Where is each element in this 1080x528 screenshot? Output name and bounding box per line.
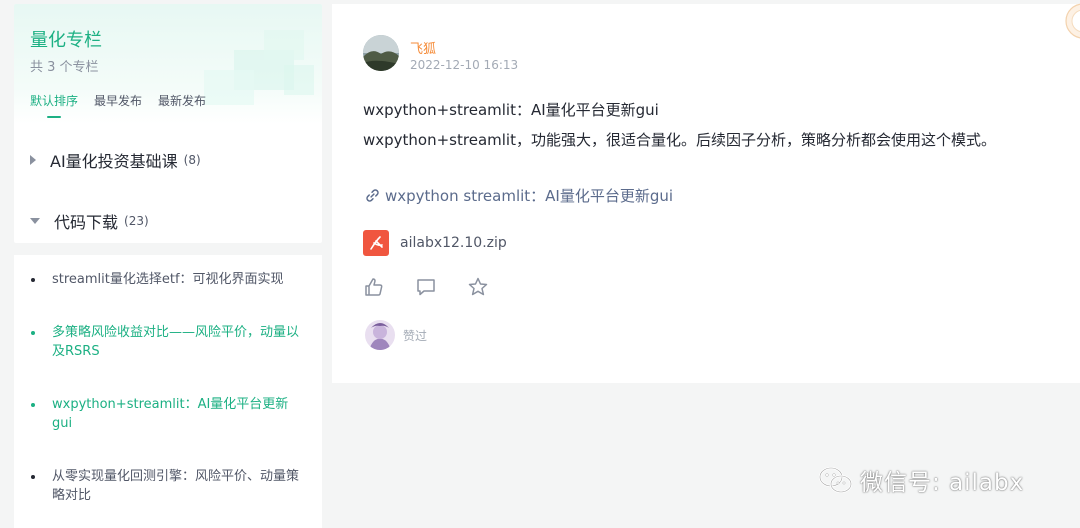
avatar[interactable] <box>363 35 399 71</box>
wechat-watermark: 微信号: ailabx <box>818 463 1024 497</box>
comment-icon[interactable] <box>415 276 437 298</box>
column-title: 量化专栏 <box>30 30 102 51</box>
liker-avatar-image <box>365 320 395 350</box>
article-list: streamlit量化选择etf：可视化界面实现 多策略风险收益对比——风险平价… <box>14 255 322 528</box>
category-label: 代码下载 <box>54 213 119 232</box>
category-count: (23) <box>124 214 149 228</box>
sort-tab-latest[interactable]: 最新发布 <box>158 92 206 118</box>
attachment-name: ailabx12.10.zip <box>400 235 507 251</box>
category-count: (8) <box>183 153 201 167</box>
liked-by: 赞过 <box>365 320 427 350</box>
column-count: 共 3 个专栏 <box>30 60 99 75</box>
column-card: 量化专栏 共 3 个专栏 默认排序 最早发布 最新发布 AI量化投资基础课 (8… <box>14 4 322 243</box>
sort-tab-default[interactable]: 默认排序 <box>30 92 78 118</box>
category-code-download[interactable]: 代码下载 (23) <box>30 209 149 233</box>
author-name[interactable]: 飞狐 <box>410 38 436 57</box>
liked-label: 赞过 <box>403 328 428 343</box>
thumbs-up-icon[interactable] <box>363 276 385 298</box>
article-link[interactable]: wxpython streamlit：AI量化平台更新gui <box>365 185 673 206</box>
avatar[interactable] <box>365 320 395 350</box>
post-title: wxpython+streamlit：AI量化平台更新gui <box>363 101 659 119</box>
list-item[interactable]: 从零实现量化回测引擎：风险平价、动量策略对比 <box>30 467 308 505</box>
attachment[interactable]: ailabx12.10.zip <box>363 230 507 256</box>
post-card: 飞狐 2022-12-10 16:13 wxpython+streamlit：A… <box>332 4 1080 383</box>
link-text: wxpython streamlit：AI量化平台更新gui <box>385 187 674 205</box>
wechat-icon <box>818 466 853 494</box>
sort-tabs: 默认排序 最早发布 最新发布 <box>30 92 206 118</box>
caret-down-icon <box>30 218 40 224</box>
link-icon <box>366 189 379 202</box>
post-body: wxpython+streamlit，功能强大，很适合量化。后续因子分析，策略分… <box>363 131 996 149</box>
column-sidebar: 量化专栏 共 3 个专栏 默认排序 最早发布 最新发布 AI量化投资基础课 (8… <box>14 4 322 243</box>
list-item[interactable]: streamlit量化选择etf：可视化界面实现 <box>30 270 308 289</box>
list-item[interactable]: wxpython+streamlit：AI量化平台更新gui <box>30 395 308 433</box>
pdf-file-icon <box>363 230 389 256</box>
badge-icon <box>1065 3 1080 39</box>
category-label: AI量化投资基础课 <box>50 152 178 171</box>
post-date: 2022-12-10 16:13 <box>410 58 519 72</box>
post-actions <box>363 276 489 298</box>
category-ai-basics[interactable]: AI量化投资基础课 (8) <box>30 148 201 172</box>
list-item[interactable]: 多策略风险收益对比——风险平价，动量以及RSRS <box>30 323 308 361</box>
watermark-text: 微信号: ailabx <box>860 470 1025 496</box>
caret-right-icon <box>30 155 36 165</box>
star-icon[interactable] <box>467 276 489 298</box>
sort-tab-earliest[interactable]: 最早发布 <box>94 92 142 118</box>
avatar-image <box>363 35 399 71</box>
